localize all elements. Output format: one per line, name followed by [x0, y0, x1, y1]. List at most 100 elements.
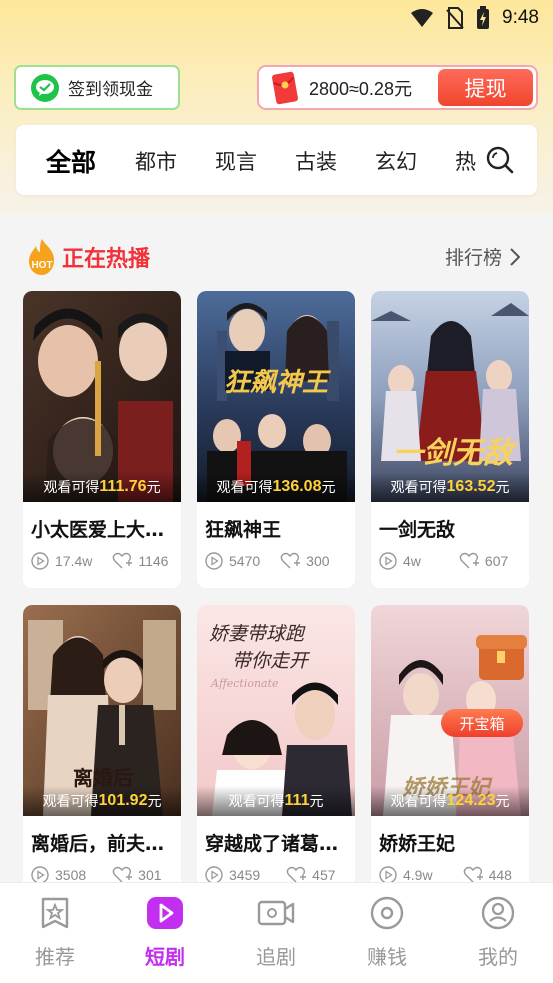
nav-recommend[interactable]: 推荐 — [15, 895, 95, 970]
play-count-icon — [379, 552, 397, 570]
drama-title[interactable]: 娇娇王妃 — [379, 829, 455, 856]
reward-amount: 111 — [284, 792, 310, 809]
svg-text:带你走开: 带你走开 — [232, 650, 311, 672]
bottom-nav: 推荐 短剧 追剧 赚钱 我的 — [0, 882, 553, 983]
wallet-panel[interactable]: 2800≈0.28元 提现 — [257, 65, 538, 110]
wechat-icon — [31, 73, 59, 102]
drama-poster[interactable]: 观看可得 111.76 元 — [23, 291, 181, 502]
reward-prefix: 观看可得 — [216, 480, 273, 496]
nav-label: 短剧 — [145, 945, 185, 969]
ranking-link[interactable]: 排行榜 — [445, 243, 520, 270]
nav-short-drama[interactable]: 短剧 — [125, 895, 205, 970]
coin-balance: 2800≈0.28元 — [309, 78, 412, 99]
reward-overlay: 观看可得 111 元 — [197, 786, 355, 816]
reward-prefix: 观看可得 — [390, 480, 447, 496]
tab-hot[interactable]: 热 — [455, 146, 476, 176]
earn-money-icon — [370, 896, 404, 930]
nav-earn[interactable]: 赚钱 — [347, 895, 427, 970]
drama-card[interactable]: 娇妻带球跑 带你走开 Affectionate 观看可得 111 元 穿越成了诸葛…… — [197, 605, 355, 890]
tab-fantasy[interactable]: 玄幻 — [375, 146, 417, 176]
view-count: 3508 — [55, 867, 87, 883]
tab-urban[interactable]: 都市 — [135, 146, 177, 176]
profile-icon — [481, 896, 515, 930]
short-drama-icon — [147, 897, 183, 929]
category-tabs: 全部 都市 现言 古装 玄幻 热 — [16, 125, 537, 195]
drama-stats: 5470 300 — [205, 552, 330, 570]
like-icon — [113, 552, 133, 569]
drama-card[interactable]: 观看可得 111.76 元 小太医爱上大… 17.4w 1146 — [23, 291, 181, 588]
drama-poster[interactable]: 娇妻带球跑 带你走开 Affectionate 观看可得 111 元 — [197, 605, 355, 816]
reward-amount: 136.08 — [272, 478, 322, 495]
reward-amount: 124.23 — [446, 792, 496, 809]
nav-profile[interactable]: 我的 — [458, 895, 538, 970]
svg-text:Affectionate: Affectionate — [210, 677, 279, 690]
status-bar: 9:48 — [0, 0, 553, 38]
reward-amount: 101.92 — [98, 792, 148, 809]
drama-poster[interactable]: 娇娇王妃 开宝箱 观看可得124.23元 — [371, 605, 529, 816]
withdraw-button[interactable]: 提现 — [438, 69, 533, 106]
drama-title[interactable]: 一剑无敌 — [379, 515, 455, 542]
like-count: 301 — [138, 867, 162, 883]
reward-prefix: 观看可得 — [228, 794, 285, 810]
play-count-icon — [205, 552, 223, 570]
play-count-icon — [31, 552, 49, 570]
view-count: 4.9w — [403, 867, 433, 883]
section-title: 正在热播 — [62, 247, 151, 272]
like-count: 607 — [484, 553, 509, 569]
drama-poster[interactable]: 一剑无敌 观看可得 163.52 元 — [371, 291, 529, 502]
reward-overlay: 观看可得 111.76 元 — [23, 472, 181, 502]
nav-label: 追剧 — [256, 945, 296, 969]
like-count: 457 — [312, 867, 336, 883]
drama-card[interactable]: 狂飙神王 观看可得 136.08 元 狂飙神王 5470 300 — [197, 291, 355, 588]
drama-poster[interactable]: 狂飙神王 观看可得 136.08 元 — [197, 291, 355, 502]
reward-overlay: 观看可得 101.92 元 — [23, 786, 181, 816]
like-count: 300 — [306, 553, 330, 569]
drama-stats: 4w 607 — [379, 552, 508, 570]
like-count: 448 — [488, 867, 512, 883]
clock: 9:48 — [502, 7, 539, 28]
reward-overlay: 观看可得 163.52 元 — [371, 472, 529, 502]
reward-amount: 163.52 — [446, 478, 496, 495]
nav-follow-drama[interactable]: 追剧 — [236, 895, 316, 970]
follow-drama-icon — [257, 900, 295, 926]
red-envelope-icon — [272, 71, 298, 104]
drama-stats: 17.4w 1146 — [31, 552, 168, 570]
reward-suffix: 元 — [146, 480, 161, 496]
nav-label: 推荐 — [35, 945, 75, 969]
search-icon — [486, 146, 514, 174]
wifi-icon — [411, 9, 434, 27]
reward-overlay: 观看可得 136.08 元 — [197, 472, 355, 502]
drama-title[interactable]: 狂飙神王 — [205, 515, 281, 542]
drama-title[interactable]: 离婚后，前夫… — [31, 829, 164, 856]
reward-suffix: 元 — [147, 794, 162, 810]
no-sim-icon — [446, 7, 464, 29]
search-button[interactable] — [485, 145, 515, 175]
checkin-cash-button[interactable]: 签到领现金 — [14, 65, 180, 110]
view-count: 4w — [403, 553, 421, 569]
like-icon — [280, 552, 301, 569]
reward-amount: 111.76 — [99, 478, 147, 495]
hot-badge-text: HOT — [31, 260, 52, 271]
svg-text:娇妻带球跑: 娇妻带球跑 — [209, 623, 306, 645]
nav-label: 赚钱 — [367, 945, 407, 969]
ranking-label: 排行榜 — [444, 247, 502, 269]
view-count: 3459 — [229, 867, 261, 883]
reward-prefix: 观看可得 — [42, 794, 99, 810]
drama-title[interactable]: 穿越成了诸葛… — [205, 829, 338, 856]
drama-card[interactable]: 一剑无敌 观看可得 163.52 元 一剑无敌 4w 607 — [371, 291, 529, 588]
svg-text:一剑无敌: 一剑无敌 — [393, 436, 518, 471]
view-count: 17.4w — [55, 553, 93, 569]
view-count: 5470 — [229, 553, 261, 569]
drama-card[interactable]: 娇娇王妃 开宝箱 观看可得124.23元 娇娇王妃 4.9w 448 — [371, 605, 529, 890]
open-treasure-button[interactable]: 开宝箱 — [441, 709, 523, 737]
tab-all[interactable]: 全部 — [46, 143, 96, 179]
drama-poster[interactable]: 离婚后 观看可得 101.92 元 — [23, 605, 181, 816]
reward-overlay: 观看可得 124.23 元 — [371, 786, 529, 816]
drama-card[interactable]: 离婚后 观看可得 101.92 元 离婚后，前夫… 3508 301 — [23, 605, 181, 890]
tab-costume[interactable]: 古装 — [295, 146, 337, 176]
drama-title[interactable]: 小太医爱上大… — [31, 515, 164, 542]
battery-charging-icon — [477, 6, 490, 29]
nav-label: 我的 — [478, 945, 518, 969]
reward-prefix: 观看可得 — [390, 794, 447, 810]
tab-modern-romance[interactable]: 现言 — [215, 146, 257, 176]
